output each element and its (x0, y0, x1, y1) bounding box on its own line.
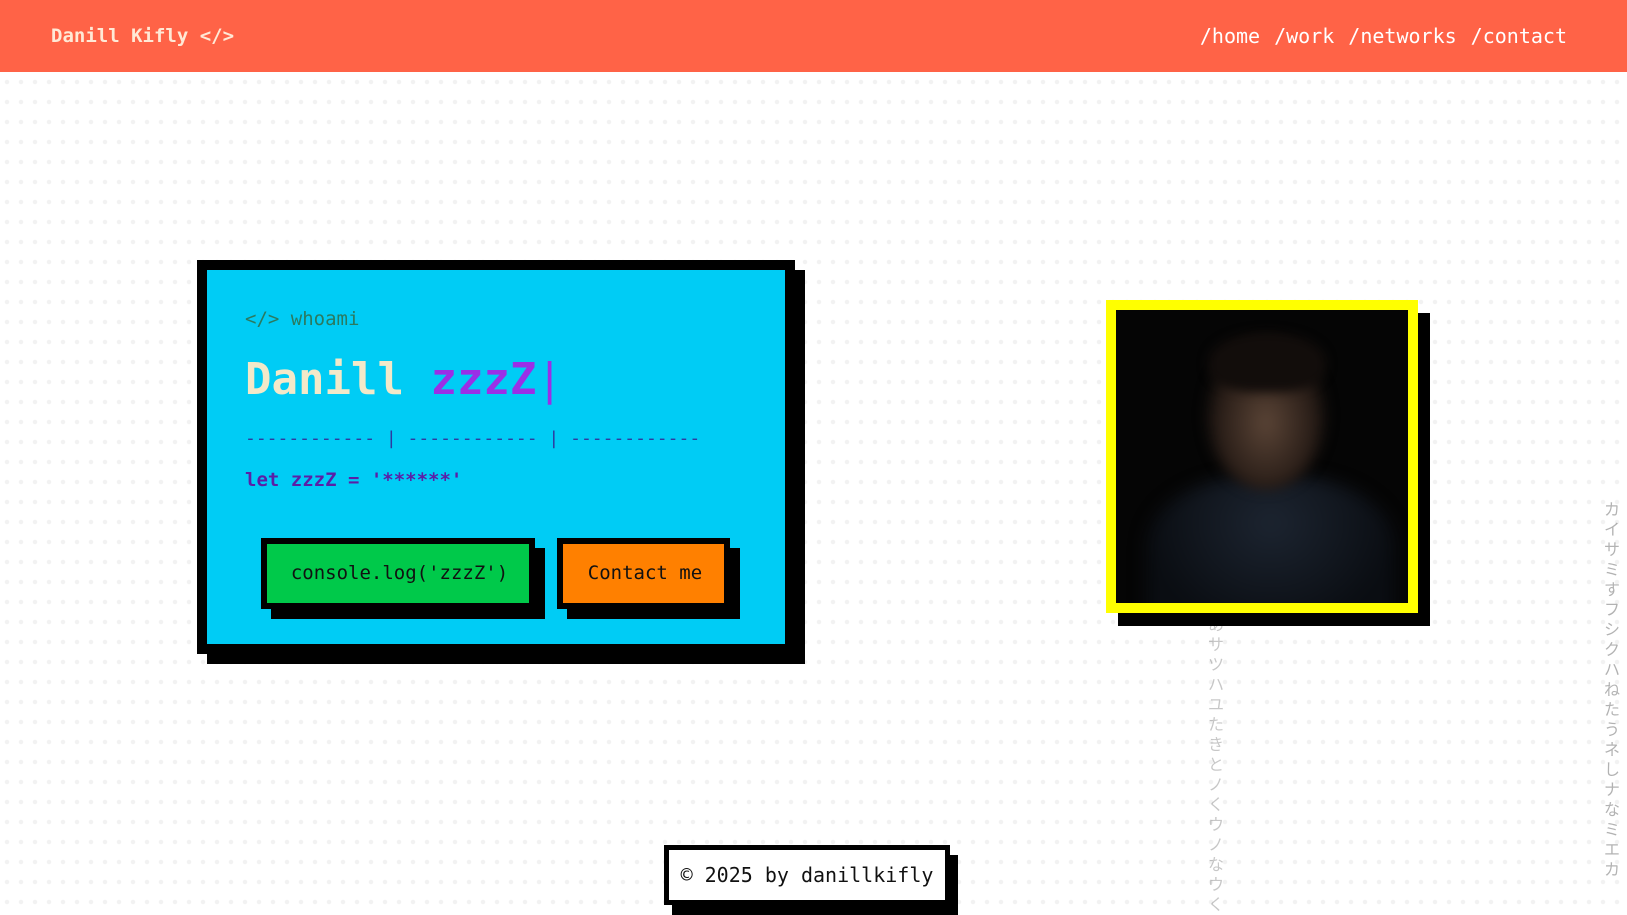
page: あサツハユたきとノくウノなウく カイサミすフシクハねたうネしナなミエカ Dani… (0, 0, 1627, 915)
background-glyph-column: あサツハユたきとノくウノなウく (1207, 615, 1224, 914)
nav-link-contact[interactable]: /contact (1471, 24, 1567, 48)
hero-title: Danill zzzZ| (245, 352, 747, 408)
nav-link-networks[interactable]: /networks (1348, 24, 1456, 48)
ascii-divider: ------------ | ------------ | ----------… (245, 428, 701, 449)
console-log-button[interactable]: console.log('zzzZ') (261, 538, 535, 609)
hero-actions: console.log('zzzZ') Contact me (261, 538, 740, 619)
background-glyph-column: カイサミすフシクハねたうネしナなミエカ (1603, 500, 1620, 879)
typing-cursor: | (536, 354, 563, 405)
site-header: Danill Kifly </> /home /work /networks /… (0, 0, 1627, 72)
console-button-wrapper: console.log('zzzZ') (261, 538, 545, 619)
brand-logo[interactable]: Danill Kifly </> (51, 25, 234, 47)
whoami-tag: </> whoami (245, 308, 360, 330)
footer-copyright: © 2025 by danillkifly (664, 845, 950, 905)
contact-me-button[interactable]: Contact me (557, 538, 730, 609)
contact-button-wrapper: Contact me (557, 538, 740, 619)
nav-link-work[interactable]: /work (1274, 24, 1334, 48)
photo-body (1146, 475, 1396, 603)
hero-card: </> whoami Danill zzzZ| ------------ | -… (197, 260, 795, 654)
nav-link-home[interactable]: /home (1200, 24, 1260, 48)
hero-typed-text: zzzZ (430, 354, 537, 405)
profile-photo (1106, 300, 1418, 613)
main-nav: /home /work /networks /contact (1200, 24, 1567, 48)
hero-name: Danill (245, 354, 404, 405)
code-line: let zzzZ = '******' (245, 469, 463, 491)
photo-hair (1208, 332, 1326, 392)
